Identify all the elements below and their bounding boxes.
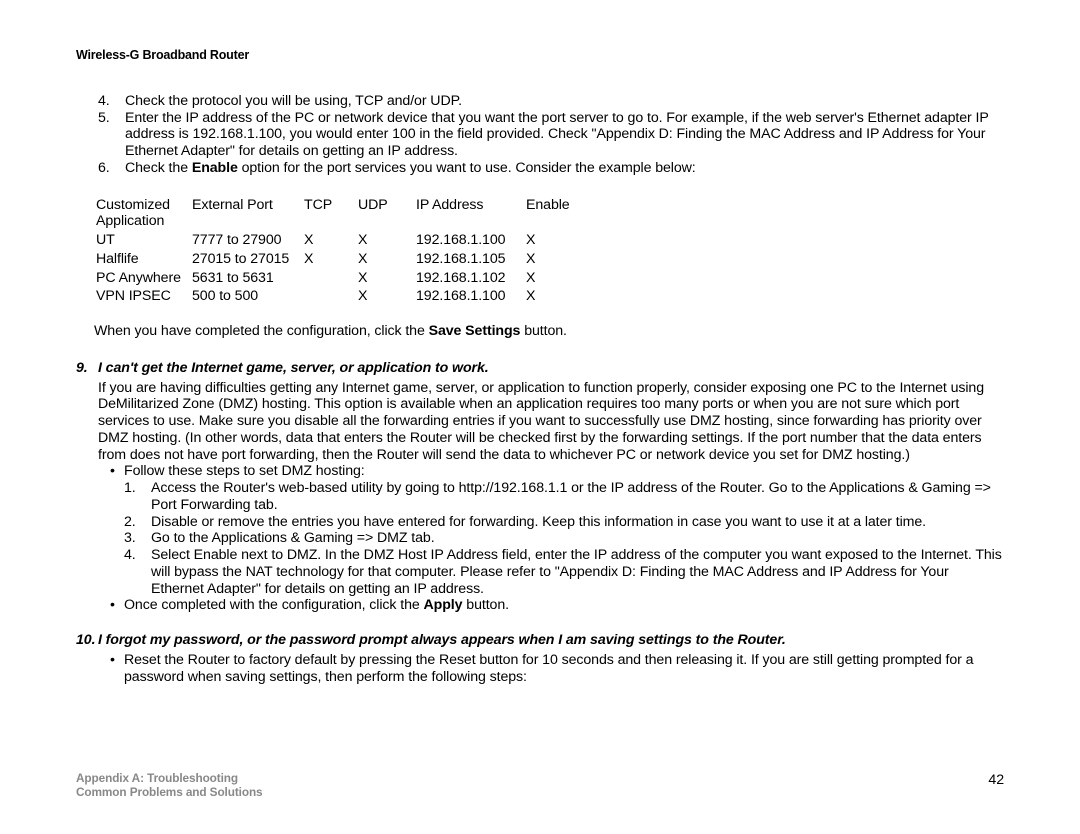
- step-6-text: Check the Enable option for the port ser…: [125, 160, 696, 176]
- col-customized-application: CustomizedApplication: [96, 197, 190, 231]
- footer-left: Appendix A: Troubleshooting Common Probl…: [76, 772, 263, 800]
- numbered-steps: 4.Check the protocol you will be using, …: [76, 93, 1004, 177]
- table-row: PC Anywhere 5631 to 5631 X 192.168.1.102…: [96, 270, 576, 287]
- page-footer: Appendix A: Troubleshooting Common Probl…: [76, 772, 1004, 800]
- col-external-port: External Port: [192, 197, 302, 231]
- question-10-heading: 10.I forgot my password, or the password…: [76, 632, 1004, 649]
- col-udp: UDP: [358, 197, 414, 231]
- port-forwarding-example-table: CustomizedApplication External Port TCP …: [94, 195, 578, 308]
- q9-paragraph: If you are having difficulties getting a…: [98, 380, 1004, 464]
- table-row: Halflife 27015 to 27015 X X 192.168.1.10…: [96, 251, 576, 268]
- q9-bullet-follow-steps: Follow these steps to set DMZ hosting: 1…: [98, 463, 1004, 597]
- q9-step-2: 2.Disable or remove the entries you have…: [124, 514, 1004, 531]
- q9-bullet-apply: Once completed with the configuration, c…: [98, 597, 1004, 614]
- save-settings-sentence: When you have completed the configuratio…: [94, 323, 1004, 340]
- q9-step-3: 3.Go to the Applications & Gaming => DMZ…: [124, 530, 1004, 547]
- question-10-body: Reset the Router to factory default by p…: [98, 652, 1004, 686]
- table-row: UT 7777 to 27900 X X 192.168.1.100 X: [96, 232, 576, 249]
- step-4: 4.Check the protocol you will be using, …: [76, 93, 1004, 110]
- question-9-heading: 9.I can't get the Internet game, server,…: [76, 360, 1004, 377]
- step-6: 6.Check the Enable option for the port s…: [76, 160, 1004, 177]
- q9-step-4: 4.Select Enable next to DMZ. In the DMZ …: [124, 547, 1004, 597]
- table-row: VPN IPSEC 500 to 500 X 192.168.1.100 X: [96, 288, 576, 305]
- page-number: 42: [988, 772, 1004, 800]
- step-5-text: Enter the IP address of the PC or networ…: [125, 110, 988, 160]
- step-4-text: Check the protocol you will be using, TC…: [125, 93, 462, 109]
- col-enable: Enable: [526, 197, 576, 231]
- table-header-row: CustomizedApplication External Port TCP …: [96, 197, 576, 231]
- q9-step-1: 1.Access the Router's web-based utility …: [124, 480, 1004, 514]
- running-header: Wireless-G Broadband Router: [76, 48, 1004, 63]
- col-tcp: TCP: [304, 197, 356, 231]
- q10-bullet-reset: Reset the Router to factory default by p…: [98, 652, 1004, 686]
- document-page: Wireless-G Broadband Router 4.Check the …: [0, 0, 1080, 834]
- step-5: 5.Enter the IP address of the PC or netw…: [76, 110, 1004, 160]
- question-9-body: If you are having difficulties getting a…: [98, 380, 1004, 615]
- col-ip-address: IP Address: [416, 197, 524, 231]
